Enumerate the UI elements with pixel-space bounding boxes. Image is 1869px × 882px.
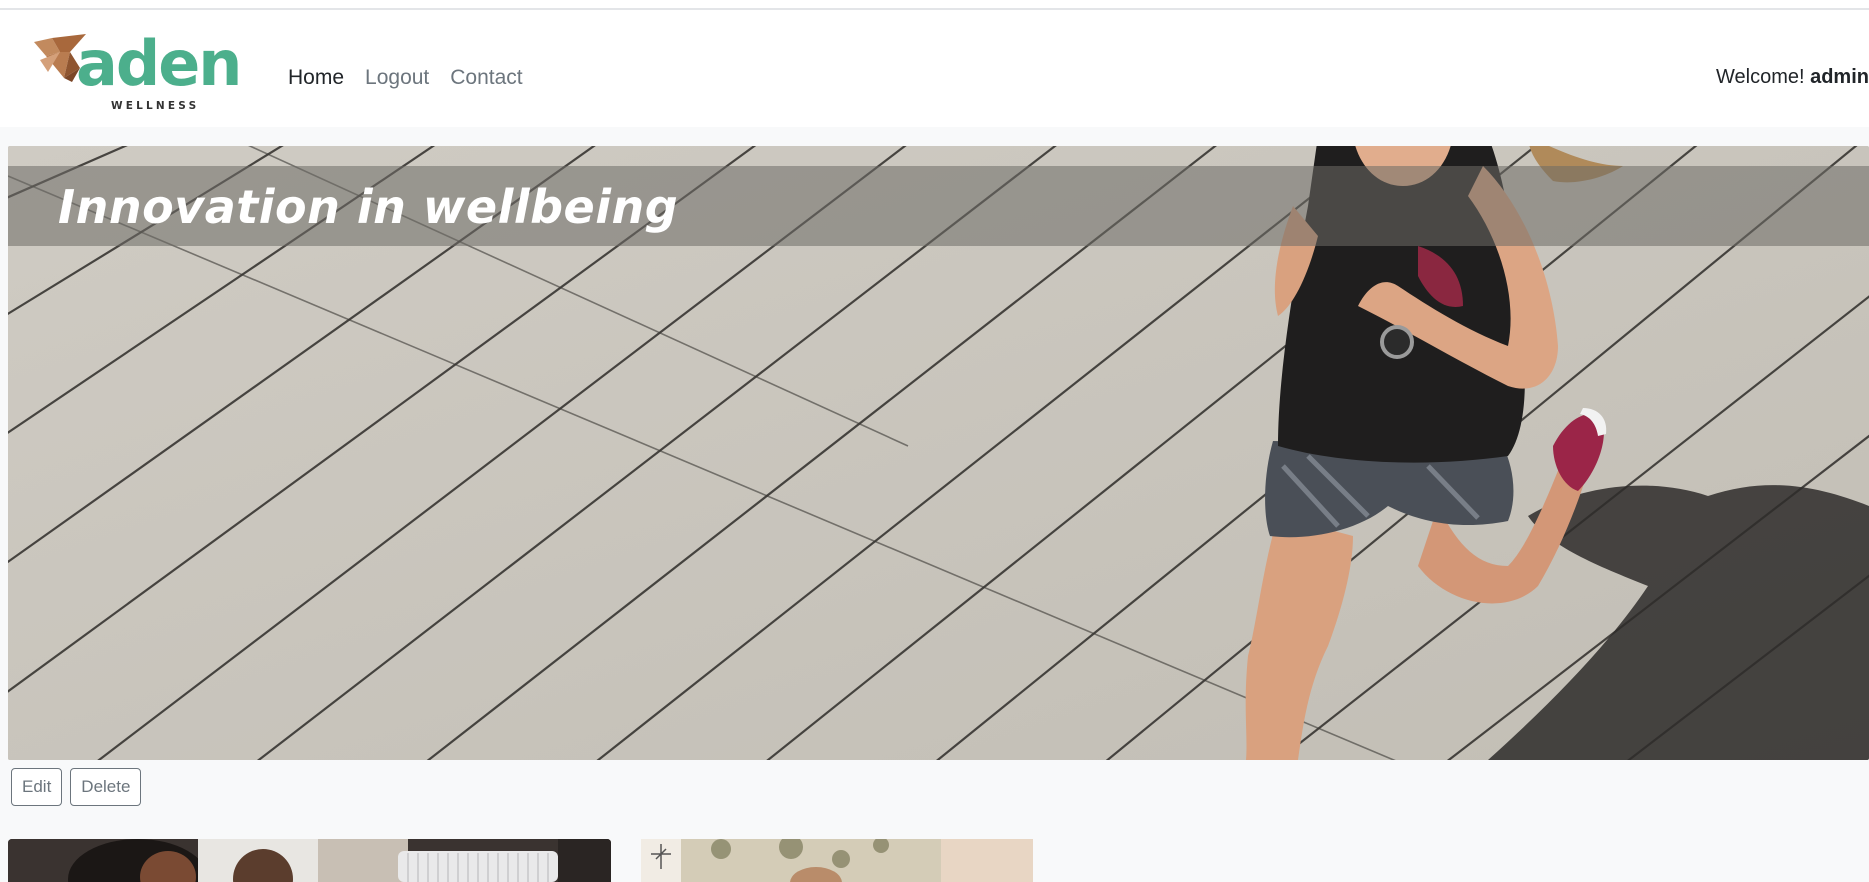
delete-button[interactable]: Delete bbox=[70, 768, 142, 806]
nav-home[interactable]: Home bbox=[288, 66, 344, 90]
edit-button[interactable]: Edit bbox=[11, 768, 63, 806]
card-image-outdoor bbox=[641, 839, 1033, 882]
brand-logo[interactable]: aden WELLNESS bbox=[30, 32, 260, 116]
browser-top-border bbox=[0, 0, 1869, 10]
hero-banner: Innovation in wellbeing bbox=[8, 146, 1869, 760]
banner-actions: Edit Delete bbox=[11, 768, 142, 806]
navbar: aden WELLNESS Home Logout Contact Welcom… bbox=[0, 10, 1869, 127]
username: admin bbox=[1810, 66, 1869, 88]
welcome-prefix: Welcome! bbox=[1715, 66, 1805, 88]
main-nav: Home Logout Contact bbox=[288, 66, 523, 90]
product-card-image-1[interactable] bbox=[8, 839, 611, 882]
welcome-message: Welcome! admin bbox=[1716, 66, 1869, 89]
nav-logout[interactable]: Logout bbox=[365, 66, 429, 90]
hero-caption: Innovation in wellbeing bbox=[58, 180, 679, 234]
nav-contact[interactable]: Contact bbox=[450, 66, 522, 90]
product-card-image-2[interactable] bbox=[641, 839, 1033, 882]
brand-tagline: WELLNESS bbox=[111, 100, 199, 112]
brand-wordmark: aden bbox=[76, 32, 240, 100]
card-image-people bbox=[8, 839, 611, 882]
